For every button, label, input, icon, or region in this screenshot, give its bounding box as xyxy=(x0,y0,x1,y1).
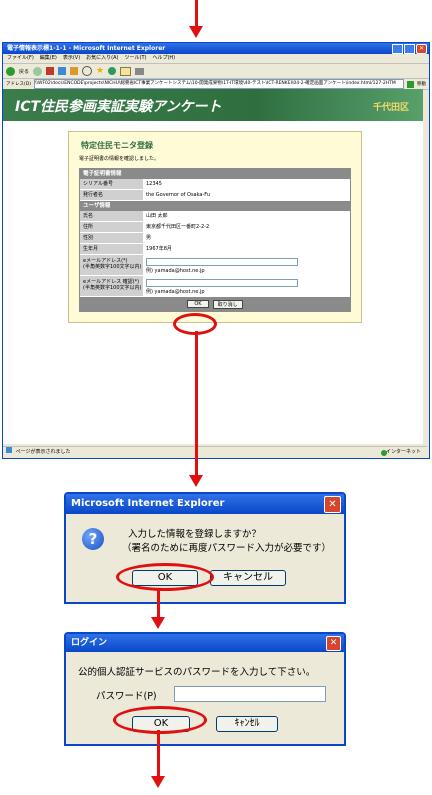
close-icon[interactable]: ✕ xyxy=(326,636,341,651)
email-confirm-note: (半角英数字100文字以内) xyxy=(83,285,142,291)
form-button-row: OK 取り消し xyxy=(80,297,350,311)
row-label: 氏名 xyxy=(80,211,143,221)
stop-icon[interactable] xyxy=(46,67,55,75)
email-confirm-label-cell: eメールアドレス 確認(*) (半角英数字100文字以内) xyxy=(80,276,143,296)
confirm-dialog-title: Microsoft Internet Explorer xyxy=(71,498,225,509)
email-confirm-example: 例) yamada@host.ne.jp xyxy=(146,289,205,295)
address-label: アドレス(D) xyxy=(6,82,31,87)
banner: ICT住民参画実証実験アンケート 千代田区 xyxy=(3,89,423,121)
form-panel: 特定住民モニタ登録 電子証明書の情報を確認しました。 電子証明書情報 シリアル番… xyxy=(68,131,362,323)
user-section-header: ユーザ情報 xyxy=(80,201,350,211)
email-confirm-row: eメールアドレス 確認(*) (半角英数字100文字以内) 例) yamada@… xyxy=(80,276,350,297)
back-icon[interactable] xyxy=(6,66,15,76)
table-row: 発行者名 the Governor of Osaka-Fu xyxy=(80,190,350,201)
table-row: シリアル番号 12345 xyxy=(80,179,350,190)
email-confirm-input[interactable] xyxy=(146,279,298,287)
close-icon[interactable]: ✕ xyxy=(324,496,341,513)
email-row: eメールアドレス(*) (半角英数字100文字以内) 例) yamada@hos… xyxy=(80,255,350,276)
row-value: 男 xyxy=(143,233,350,243)
row-label: 住所 xyxy=(80,222,143,232)
row-label: 生年月 xyxy=(80,244,143,254)
question-icon: ? xyxy=(82,528,104,550)
search-icon[interactable] xyxy=(82,66,93,76)
row-value: the Governor of Osaka-Fu xyxy=(143,190,350,200)
row-label: シリアル番号 xyxy=(80,179,143,189)
back-label[interactable]: 戻る xyxy=(19,68,29,75)
menu-view[interactable]: 表示(V) xyxy=(63,54,80,63)
login-dialog-titlebar: ログイン ✕ xyxy=(66,634,344,652)
menu-edit[interactable]: 編集(E) xyxy=(40,54,57,63)
browser-window: 電子情報表示標1-1-1 - Microsoft Internet Explor… xyxy=(2,42,430,459)
row-value: 12345 xyxy=(143,179,350,189)
forward-icon[interactable] xyxy=(33,66,43,76)
cert-section-header: 電子証明書情報 xyxy=(80,169,350,179)
menu-favorites[interactable]: お気に入り(A) xyxy=(86,54,118,63)
row-value: 1967年8月 xyxy=(143,244,350,254)
table-row: 生年月 1967年8月 xyxy=(80,244,350,255)
table-row: 氏名 山田 太郎 xyxy=(80,211,350,222)
form-note: 電子証明書の情報を確認しました。 xyxy=(79,156,160,162)
email-input[interactable] xyxy=(146,258,298,266)
password-label: パスワード(P) xyxy=(96,691,157,702)
table-row: 性別男 xyxy=(80,233,350,244)
go-icon[interactable] xyxy=(407,80,414,88)
login-dialog: ログイン ✕ 公的個人認証サービスのパスワードを入力して下さい。 パスワード(P… xyxy=(64,632,346,746)
login-dialog-title: ログイン xyxy=(71,638,108,648)
minimize-button[interactable] xyxy=(392,44,403,54)
refresh-icon[interactable] xyxy=(58,67,67,75)
address-input[interactable]: \\WF02\docs\ENCODE\projects\NICHU\総務省ICT… xyxy=(33,79,404,89)
confirm-line-1: 入力した情報を登録しますか？ xyxy=(128,529,262,540)
status-right: インターネット xyxy=(385,449,421,455)
confirm-cancel-button[interactable]: キャンセル xyxy=(210,570,286,586)
mail-icon[interactable] xyxy=(120,66,132,76)
email-note: (半角英数字100文字以内) xyxy=(83,264,142,270)
row-label: 性別 xyxy=(80,233,143,243)
print-icon[interactable] xyxy=(135,67,145,75)
favorites-icon[interactable]: ★ xyxy=(96,66,104,76)
banner-title: ICT住民参画実証実験アンケート xyxy=(15,99,222,115)
home-icon[interactable] xyxy=(70,67,79,75)
browser-title: 電子情報表示標1-1-1 - Microsoft Internet Explor… xyxy=(7,45,166,52)
form-ok-button[interactable]: OK xyxy=(187,300,209,308)
banner-city: 千代田区 xyxy=(372,103,409,113)
row-label: 発行者名 xyxy=(80,190,143,200)
status-bar: ページが表示されました インターネット xyxy=(3,446,427,458)
menu-tools[interactable]: ツール(T) xyxy=(125,54,147,63)
form-table: 電子証明書情報 シリアル番号 12345 発行者名 the Governor of … xyxy=(79,168,351,312)
email-confirm-value-cell: 例) yamada@host.ne.jp xyxy=(143,276,350,296)
page-done-icon xyxy=(6,447,12,453)
confirm-dialog-titlebar: Microsoft Internet Explorer ✕ xyxy=(66,494,344,514)
history-icon[interactable] xyxy=(108,67,117,75)
email-example: 例) yamada@host.ne.jp xyxy=(146,268,205,274)
highlight-ring-login-ok xyxy=(113,706,207,734)
form-title: 特定住民モニタ登録 xyxy=(81,141,153,150)
email-label-cell: eメールアドレス(*) (半角英数字100文字以内) xyxy=(80,255,143,275)
confirm-line-2: （署名のために再度パスワード入力が必要です） xyxy=(122,543,332,554)
password-input[interactable] xyxy=(174,686,326,702)
login-cancel-button[interactable]: ｷｬﾝｾﾙ xyxy=(216,716,278,732)
go-label[interactable]: 移動 xyxy=(417,81,426,87)
form-cancel-button[interactable]: 取り消し xyxy=(212,299,243,309)
email-value-cell: 例) yamada@host.ne.jp xyxy=(143,255,350,275)
window-close-button[interactable]: ✕ xyxy=(416,44,427,54)
toolbar: 戻る ★ xyxy=(3,64,429,79)
maximize-button[interactable] xyxy=(404,44,415,54)
highlight-ring-confirm-ok xyxy=(116,563,214,591)
login-message: 公的個人認証サービスのパスワードを入力して下さい。 xyxy=(78,667,316,678)
browser-titlebar: 電子情報表示標1-1-1 - Microsoft Internet Explor… xyxy=(3,43,429,54)
menu-bar: ファイル(F) 編集(E) 表示(V) お気に入り(A) ツール(T) ヘルプ(… xyxy=(3,54,429,64)
confirm-dialog: Microsoft Internet Explorer ✕ ? 入力した情報を登… xyxy=(64,492,346,604)
row-value: 東京都千代田区一番町2-2-2 xyxy=(143,222,350,232)
menu-file[interactable]: ファイル(F) xyxy=(7,54,34,63)
row-value: 山田 太郎 xyxy=(143,211,350,221)
status-left: ページが表示されました xyxy=(15,449,71,455)
table-row: 住所 東京都千代田区一番町2-2-2 xyxy=(80,222,350,233)
menu-help[interactable]: ヘルプ(H) xyxy=(152,54,175,63)
content-area: ICT住民参画実証実験アンケート 千代田区 特定住民モニタ登録 電子証明書の情報… xyxy=(3,89,423,444)
